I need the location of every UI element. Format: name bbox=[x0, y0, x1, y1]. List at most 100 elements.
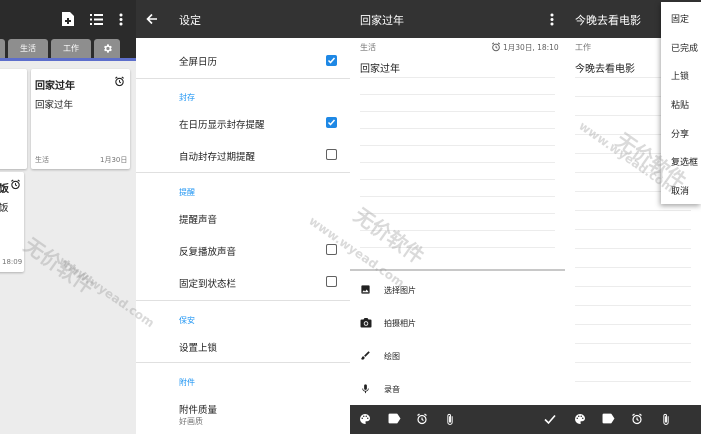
attachment-icon[interactable] bbox=[661, 413, 671, 426]
page-title: 设定 bbox=[179, 14, 201, 27]
ruled-line bbox=[360, 196, 555, 197]
ruled-line bbox=[575, 267, 691, 268]
note-bottom-bar bbox=[565, 405, 701, 434]
setting-auto-archive[interactable]: 自动封存过期提醒 bbox=[179, 149, 255, 163]
setting-reminder-sound[interactable]: 提醒声音 bbox=[179, 212, 217, 226]
option-choose-image[interactable]: 选择图片 bbox=[384, 285, 416, 296]
tab-life[interactable]: 生活 bbox=[8, 39, 48, 58]
ruled-line bbox=[360, 94, 555, 95]
notes-list-panel: 生活 工作 回家过年 回家过年 生活 1月30日 饭 饭 18:09 bbox=[0, 0, 136, 434]
ruled-line bbox=[360, 179, 555, 180]
option-take-photo[interactable]: 拍摄相片 bbox=[384, 318, 416, 329]
checkbox-auto-archive[interactable] bbox=[326, 149, 337, 160]
setting-repeat-sound[interactable]: 反复播放声音 bbox=[179, 244, 236, 258]
note-category[interactable]: 工作 bbox=[575, 42, 591, 53]
note-reminder-date[interactable]: 1月30日, 18:10 bbox=[503, 42, 559, 53]
palette-icon[interactable] bbox=[359, 413, 371, 425]
checkbox-repeat-sound[interactable] bbox=[326, 244, 337, 255]
note-category[interactable]: 生活 bbox=[360, 42, 376, 53]
note-card-title: 回家过年 bbox=[35, 81, 75, 92]
option-record-audio[interactable]: 录音 bbox=[384, 384, 400, 395]
camera-icon bbox=[360, 317, 372, 328]
editor-bottom-bar bbox=[350, 405, 565, 434]
section-attachment: 附件 bbox=[179, 378, 195, 387]
menu-item-done[interactable]: 已完成 bbox=[671, 41, 698, 54]
setting-pin-status-bar[interactable]: 固定到状态栏 bbox=[179, 276, 236, 290]
alarm-icon[interactable] bbox=[491, 42, 501, 52]
attachment-icon[interactable] bbox=[445, 413, 455, 426]
ruled-line bbox=[575, 210, 691, 211]
ruled-line bbox=[575, 362, 691, 363]
back-arrow-icon[interactable] bbox=[146, 13, 158, 25]
note-card-category: 生活 bbox=[35, 156, 49, 164]
setting-show-archived-reminders[interactable]: 在日历显示封存提醒 bbox=[179, 117, 265, 131]
note-card-date: 1月30日 bbox=[100, 156, 128, 164]
ruled-line bbox=[575, 248, 691, 249]
tab-partial[interactable] bbox=[0, 39, 5, 58]
checkbox-pin-status-bar[interactable] bbox=[326, 276, 337, 287]
note-title: 今晚去看电影 bbox=[575, 14, 641, 27]
note-body-input[interactable]: 回家过年 bbox=[360, 60, 400, 75]
setting-attachment-quality-value: 好画质 bbox=[179, 417, 203, 426]
note-card-partial-2[interactable]: 饭 饭 18:09 bbox=[0, 172, 24, 272]
ruled-line bbox=[575, 229, 691, 230]
palette-icon[interactable] bbox=[574, 413, 586, 425]
note-title: 回家过年 bbox=[360, 14, 404, 27]
note-card-title-fragment: 饭 bbox=[0, 184, 9, 195]
ruled-line bbox=[575, 286, 691, 287]
alarm-icon bbox=[114, 76, 125, 87]
note-card-time: 18:09 bbox=[2, 258, 23, 266]
checkbox-fullscreen-calendar[interactable] bbox=[326, 55, 337, 66]
note-card-partial[interactable] bbox=[0, 69, 27, 169]
note-body-input[interactable]: 今晚去看电影 bbox=[575, 60, 635, 75]
setting-attachment-quality[interactable]: 附件质量 bbox=[179, 402, 217, 416]
alarm-icon bbox=[10, 179, 21, 190]
ruled-line bbox=[360, 213, 555, 214]
ruled-line bbox=[360, 145, 555, 146]
ruled-line bbox=[360, 162, 555, 163]
alarm-icon[interactable] bbox=[631, 413, 643, 425]
new-note-icon[interactable] bbox=[62, 12, 74, 26]
more-options-icon[interactable] bbox=[550, 13, 554, 26]
setting-lock[interactable]: 设置上锁 bbox=[179, 340, 217, 354]
tab-work[interactable]: 工作 bbox=[51, 39, 91, 58]
alarm-icon[interactable] bbox=[416, 413, 428, 425]
menu-item-cancel[interactable]: 取消 bbox=[671, 184, 689, 197]
editor-toolbar: 回家过年 bbox=[350, 0, 565, 38]
ruled-line bbox=[360, 128, 555, 129]
category-tabs: 生活 工作 bbox=[0, 38, 136, 60]
more-options-icon[interactable] bbox=[119, 13, 123, 26]
divider bbox=[136, 300, 350, 301]
menu-item-pin[interactable]: 固定 bbox=[671, 12, 689, 25]
image-icon bbox=[360, 284, 371, 295]
note-editor-panel: 回家过年 生活 1月30日, 18:10 回家过年 选择图片 拍摄相片 绘图 录… bbox=[350, 0, 565, 434]
ruled-line bbox=[575, 305, 691, 306]
list-view-icon[interactable] bbox=[90, 14, 103, 25]
section-archive: 封存 bbox=[179, 93, 195, 102]
setting-fullscreen-calendar[interactable]: 全屏日历 bbox=[179, 54, 217, 68]
checkmark-icon[interactable] bbox=[544, 413, 556, 425]
menu-item-lock[interactable]: 上锁 bbox=[671, 69, 689, 82]
note-card-body-fragment: 饭 bbox=[0, 203, 9, 214]
microphone-icon bbox=[360, 383, 371, 395]
label-icon[interactable] bbox=[602, 413, 615, 424]
attachment-sheet: 选择图片 拍摄相片 绘图 录音 bbox=[350, 269, 565, 405]
option-draw[interactable]: 绘图 bbox=[384, 351, 400, 362]
tab-settings[interactable] bbox=[94, 39, 120, 58]
brush-icon bbox=[360, 350, 371, 361]
settings-toolbar: 设定 bbox=[136, 0, 350, 38]
checkbox-show-archived-reminders[interactable] bbox=[326, 117, 337, 128]
menu-item-checkbox[interactable]: 复选框 bbox=[671, 155, 698, 168]
menu-item-paste[interactable]: 粘贴 bbox=[671, 98, 689, 111]
menu-item-share[interactable]: 分享 bbox=[671, 127, 689, 140]
divider bbox=[136, 172, 350, 173]
list-toolbar bbox=[0, 0, 136, 38]
ruled-line bbox=[360, 247, 555, 248]
ruled-line bbox=[360, 230, 555, 231]
note-menu-panel: 今晚去看电影 工作 今晚去看电影 固定 已完成 上锁 粘贴 分享 复选框 取消 bbox=[565, 0, 701, 434]
divider bbox=[136, 362, 350, 363]
ruled-line bbox=[575, 381, 691, 382]
label-icon[interactable] bbox=[388, 413, 401, 424]
note-card-body: 回家过年 bbox=[35, 100, 74, 111]
note-card[interactable]: 回家过年 回家过年 生活 1月30日 bbox=[31, 69, 130, 169]
